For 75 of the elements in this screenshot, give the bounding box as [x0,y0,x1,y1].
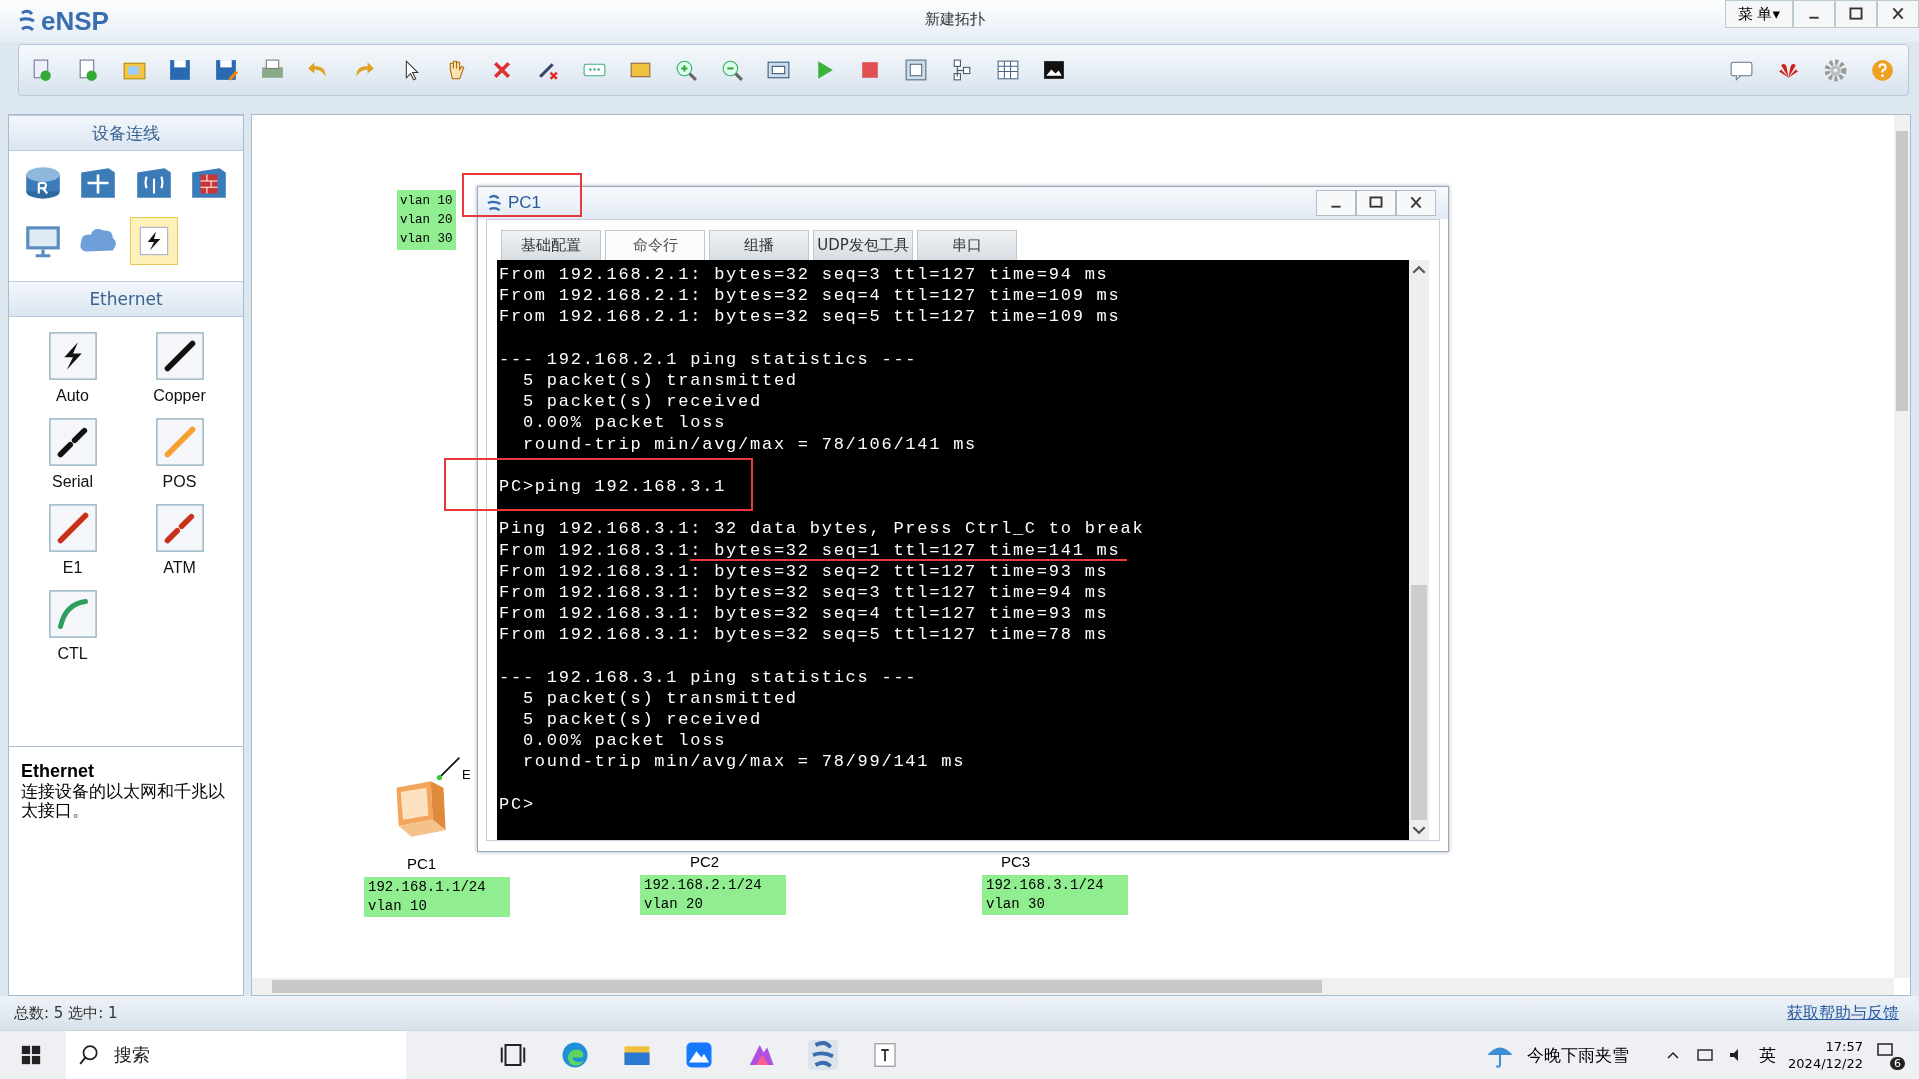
tab[interactable]: 串口 [917,230,1017,260]
input-method-indicator[interactable]: 英 [1759,1043,1777,1067]
clock-time[interactable]: 17:57 [1825,1038,1863,1055]
device-name: PC1 [407,855,437,872]
cable-label: Copper [153,387,206,405]
console-line: round-trip min/avg/max = 78/99/141 ms [521,753,966,771]
app-icon[interactable] [808,1040,838,1070]
cable-label: Auto [56,387,89,405]
cable-icon[interactable] [47,331,98,381]
port-label: E [462,767,471,782]
console-line: PC> [499,795,535,813]
console-line: --- 192.168.3.1 ping statistics --- [499,668,918,686]
console-line: 0.00% packet loss [521,414,727,432]
tab[interactable]: 基础配置 [501,230,601,260]
scrollbar[interactable] [1409,260,1429,840]
device-name: PC2 [690,853,720,870]
console-line: 5 packet(s) received [521,711,762,729]
menu-button[interactable]: 菜 单▾ [1724,0,1793,28]
cable-icon[interactable] [154,331,205,381]
vlan-label: vlan 10 vlan 20 vlan 30 [397,190,456,250]
console-line: 5 packet(s) received [521,393,762,411]
cable-label: E1 [62,559,83,577]
tab[interactable]: 命令行 [605,230,705,260]
console-line: From 192.168.2.1: bytes=32 seq=3 ttl=127 time=94 ms [499,266,1109,284]
console-line: From 192.168.2.1: bytes=32 seq=5 ttl=127 time=109 ms [499,308,1121,326]
console-line: 5 packet(s) transmitted [521,372,798,390]
mountain-app-icon[interactable] [684,1040,714,1070]
window-title: PC1 [508,193,542,213]
maximize-icon[interactable] [1356,190,1396,216]
close-icon[interactable] [1877,0,1919,28]
link-line [436,755,462,781]
console-line: Ping 192.168.3.1: 32 data bytes, Press Ctrl_C to break [499,520,1145,538]
description-title: Ethernet [21,761,95,782]
panel-header: 设备连线 [9,115,243,151]
cable-label: POS [162,473,197,491]
ip-label: 192.168.3.1/24 vlan 30 [982,875,1128,915]
description-text: 连接设备的以太网和千兆以太接口。 [21,782,226,820]
console-line: PC>ping 192.168.3.1 [499,478,727,495]
cable-icon[interactable] [47,417,98,467]
start-icon[interactable] [20,1044,42,1066]
clock-date[interactable]: 2024/12/22 [1788,1055,1863,1072]
device-type-tile[interactable] [129,217,178,265]
app-logo: eNSP [41,5,109,37]
ip-label: 192.168.2.1/24 vlan 20 [640,875,786,915]
search-icon [78,1044,100,1066]
console-line: From 192.168.3.1: bytes=32 seq=3 ttl=127 time=94 ms [499,583,1109,601]
close-icon[interactable] [1396,190,1436,216]
console-line: 5 packet(s) transmitted [521,689,798,707]
scrollbar[interactable] [252,978,1894,995]
tab[interactable]: UDP发包工具 [813,230,913,260]
console-line: From 192.168.3.1: bytes=32 seq=5 ttl=127 time=78 ms [499,626,1109,644]
cable-label: ATM [163,559,196,577]
device-name: PC3 [1001,853,1031,870]
help-link[interactable]: 获取帮助与反馈 [1787,1002,1899,1024]
panel-header: Ethernet [9,281,243,317]
console-line: From 192.168.3.1: bytes=32 seq=4 ttl=127 time=93 ms [499,605,1109,623]
notification-badge: 6 [1890,1057,1905,1070]
ip-label: 192.168.1.1/24 vlan 10 [364,877,510,917]
tab[interactable]: 组播 [709,230,809,260]
console-line: From 192.168.2.1: bytes=32 seq=4 ttl=127 time=109 ms [499,287,1121,305]
app-icon [486,194,504,212]
console-line: From 192.168.3.1: bytes=32 seq=2 ttl=127 time=93 ms [499,562,1109,580]
console-line: --- 192.168.2.1 ping statistics --- [499,350,918,368]
search-field[interactable]: 搜索 [66,1031,406,1079]
cable-label: Serial [52,473,93,491]
browser-icon[interactable] [560,1040,590,1070]
scrollbar[interactable] [1894,115,1910,978]
console-line: round-trip min/avg/max = 78/106/141 ms [521,435,978,453]
weather-text[interactable]: 今晚下雨夹雪 [1527,1043,1630,1067]
cable-label: CTL [57,645,88,663]
maximize-icon[interactable] [1835,0,1877,28]
status-summary: 总数: 5 选中: 1 [14,1003,118,1023]
window-title: 新建拓扑 [925,10,985,29]
console-line: 0.00% packet loss [521,732,727,750]
console-line: From 192.168.3.1: bytes=32 seq=1 ttl=127 time=141 ms [499,541,1121,559]
